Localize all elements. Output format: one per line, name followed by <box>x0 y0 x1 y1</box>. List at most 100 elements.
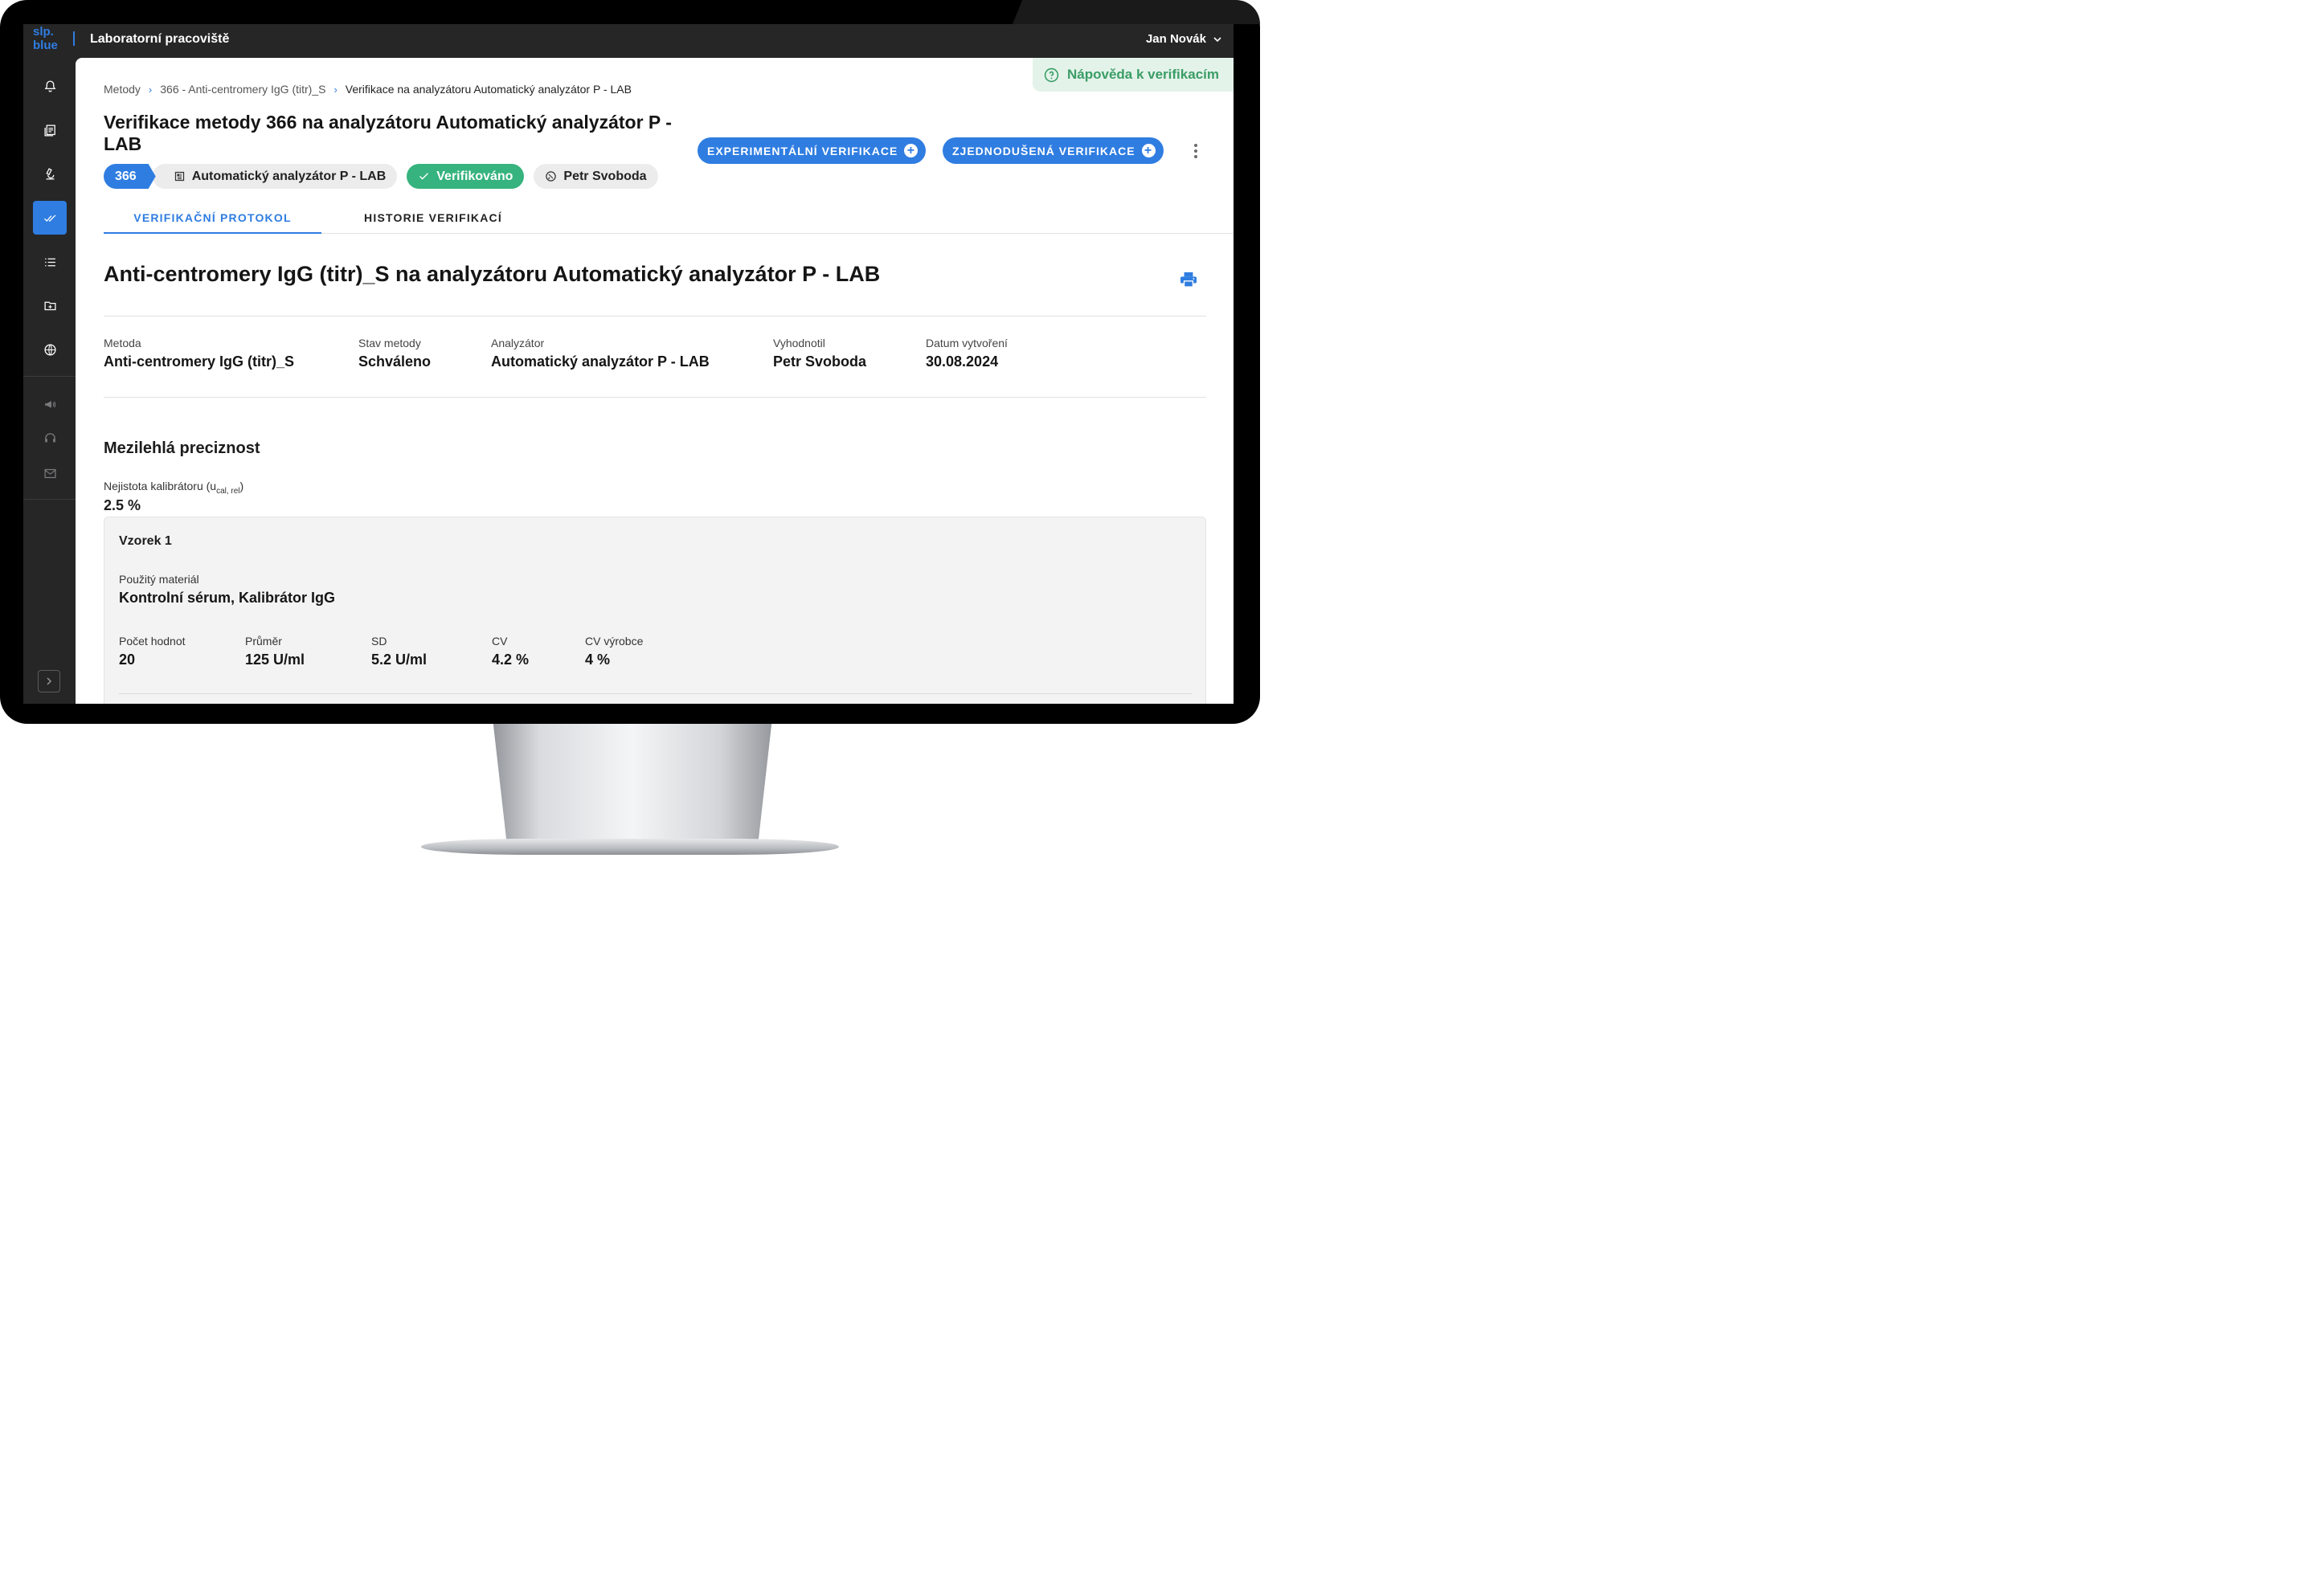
sidebar-expand-button[interactable] <box>38 670 60 692</box>
person-badge[interactable]: Petr Svoboda <box>534 164 658 189</box>
tab-bar: VERIFIKAČNÍ PROTOKOL HISTORIE VERIFIKACÍ <box>104 202 1234 234</box>
material-label: Použitý materiál <box>119 573 199 586</box>
meta-value: Schváleno <box>358 353 432 370</box>
logo-line-2: blue <box>33 39 58 52</box>
person-badge-label: Petr Svoboda <box>563 169 647 183</box>
user-menu[interactable]: Jan Novák <box>1146 32 1222 46</box>
sidebar <box>23 58 76 704</box>
top-bar: slp. blue Laboratorní pracoviště Jan Nov… <box>23 24 1234 58</box>
help-verifications-button[interactable]: Nápověda k verifikacím <box>1033 58 1234 92</box>
sd-value: 5.2 U/ml <box>371 652 428 668</box>
user-verified-icon <box>546 171 557 182</box>
analyzer-badge-label: Automatický analyzátor P - LAB <box>191 169 387 183</box>
documents-icon <box>43 124 55 137</box>
chevron-right-icon <box>47 677 51 685</box>
list-icon <box>44 258 55 266</box>
print-icon[interactable] <box>1180 272 1197 288</box>
help-circle-icon <box>1044 67 1059 82</box>
help-label: Nápověda k verifikacím <box>1067 67 1219 82</box>
divider <box>104 316 1206 317</box>
more-options-icon[interactable] <box>1194 144 1197 158</box>
microscope-icon <box>45 167 54 180</box>
breadcrumb-item[interactable]: 366 - Anti-centromery IgG (titr)_S <box>160 83 325 96</box>
sidebar-item-folder[interactable] <box>33 288 67 322</box>
breadcrumb: Metody › 366 - Anti-centromery IgG (titr… <box>104 83 632 96</box>
mean-label: Průměr <box>245 635 282 648</box>
mail-icon <box>43 468 56 478</box>
app-logo[interactable]: slp. blue <box>33 25 65 52</box>
meta-created-date: Datum vytvoření 30.08.2024 <box>926 337 1008 370</box>
logo-line-1: slp. <box>33 25 54 39</box>
count-value: 20 <box>119 652 136 668</box>
status-badge-label: Verifikováno <box>436 169 513 183</box>
meta-value: Anti-centromery IgG (titr)_S <box>104 353 295 370</box>
bell-icon <box>44 80 55 92</box>
page-title: Verifikace metody 366 na analyzátoru Aut… <box>104 112 672 154</box>
sidebar-item-messages[interactable] <box>33 456 67 490</box>
megaphone-icon <box>44 400 55 408</box>
breadcrumb-chevron-icon: › <box>333 83 338 96</box>
experimental-verification-button[interactable]: EXPERIMENTÁLNÍ VERIFIKACE + <box>698 137 927 164</box>
logo-separator <box>73 31 75 46</box>
divider <box>104 397 1206 398</box>
monitor-bezel-shine <box>1013 0 1260 24</box>
sample-title: Vzorek 1 <box>119 534 172 548</box>
breadcrumb-item[interactable]: Metody <box>104 83 141 96</box>
method-id-badge[interactable]: 366 <box>104 164 156 189</box>
simplified-verification-button[interactable]: ZJEDNODUŠENÁ VERIFIKACE + <box>943 137 1164 164</box>
sidebar-item-support[interactable] <box>33 421 67 455</box>
sidebar-item-laboratory[interactable] <box>33 157 67 190</box>
sidebar-divider <box>23 376 76 377</box>
globe-icon <box>43 343 56 356</box>
mean-value: 125 U/ml <box>245 652 305 668</box>
sidebar-item-announcements[interactable] <box>33 387 67 421</box>
meta-method-state: Stav metody Schváleno <box>358 337 431 370</box>
meta-evaluated-by: Vyhodnotil Petr Svoboda <box>773 337 866 370</box>
sd-label: SD <box>371 635 387 648</box>
meta-value: Petr Svoboda <box>773 353 867 370</box>
tab-verification-history[interactable]: HISTORIE VERIFIKACÍ <box>345 202 522 234</box>
chevron-down-icon <box>1213 36 1221 42</box>
headset-icon <box>44 432 55 442</box>
sidebar-divider <box>23 499 76 500</box>
calibrator-uncertainty-value: 2.5 % <box>104 497 141 513</box>
status-badge: Verifikováno <box>407 164 525 189</box>
meta-value: Automatický analyzátor P - LAB <box>491 353 710 370</box>
user-name: Jan Novák <box>1145 32 1206 46</box>
monitor-stand-neck <box>493 720 772 848</box>
sidebar-item-documents[interactable] <box>33 113 67 147</box>
sidebar-item-verifications[interactable] <box>33 201 67 235</box>
meta-analyzer: Analyzátor Automatický analyzátor P - LA… <box>491 337 710 370</box>
meta-label: Analyzátor <box>491 337 545 349</box>
precision-title: Mezilehlá preciznost <box>104 439 260 457</box>
sidebar-item-list[interactable] <box>33 245 67 279</box>
cv-value: 4.2 % <box>492 652 530 668</box>
material-value: Kontrolní sérum, Kalibrátor IgG <box>119 590 336 606</box>
meta-label: Vyhodnotil <box>773 337 825 349</box>
sidebar-item-notifications[interactable] <box>33 69 67 103</box>
tab-verification-protocol[interactable]: VERIFIKAČNÍ PROTOKOL <box>104 202 321 234</box>
header-badges: 366 Automatický analyzátor P - LAB Verif… <box>104 164 658 189</box>
breadcrumb-chevron-icon: › <box>148 83 153 96</box>
divider <box>119 693 1193 694</box>
cv-manufacturer-label: CV výrobce <box>585 635 644 648</box>
calibrator-uncertainty-label: Nejistota kalibrátoru (ucal, rel) <box>104 480 244 496</box>
count-label: Počet hodnot <box>119 635 186 648</box>
screen: slp. blue Laboratorní pracoviště Jan Nov… <box>23 24 1234 704</box>
meta-label: Stav metody <box>358 337 421 349</box>
check-icon <box>419 173 429 180</box>
meta-label: Metoda <box>104 337 141 349</box>
breadcrumb-current: Verifikace na analyzátoru Automatický an… <box>345 83 632 96</box>
cv-label: CV <box>492 635 508 648</box>
analyzer-badge[interactable]: Automatický analyzátor P - LAB <box>152 164 398 189</box>
plus-circle-icon: + <box>904 144 919 157</box>
monitor-stand-base <box>421 839 839 855</box>
protocol-title: Anti-centromery IgG (titr)_S na analyzát… <box>104 262 881 286</box>
folder-add-icon <box>43 301 56 310</box>
double-check-icon <box>43 214 55 222</box>
sample-card: Vzorek 1 Použitý materiál Kontrolní séru… <box>104 517 1206 704</box>
simplified-verification-label: ZJEDNODUŠENÁ VERIFIKACE <box>952 144 1135 157</box>
experimental-verification-label: EXPERIMENTÁLNÍ VERIFIKACE <box>707 144 898 157</box>
sidebar-item-global[interactable] <box>33 333 67 366</box>
cv-manufacturer-value: 4 % <box>585 652 611 668</box>
